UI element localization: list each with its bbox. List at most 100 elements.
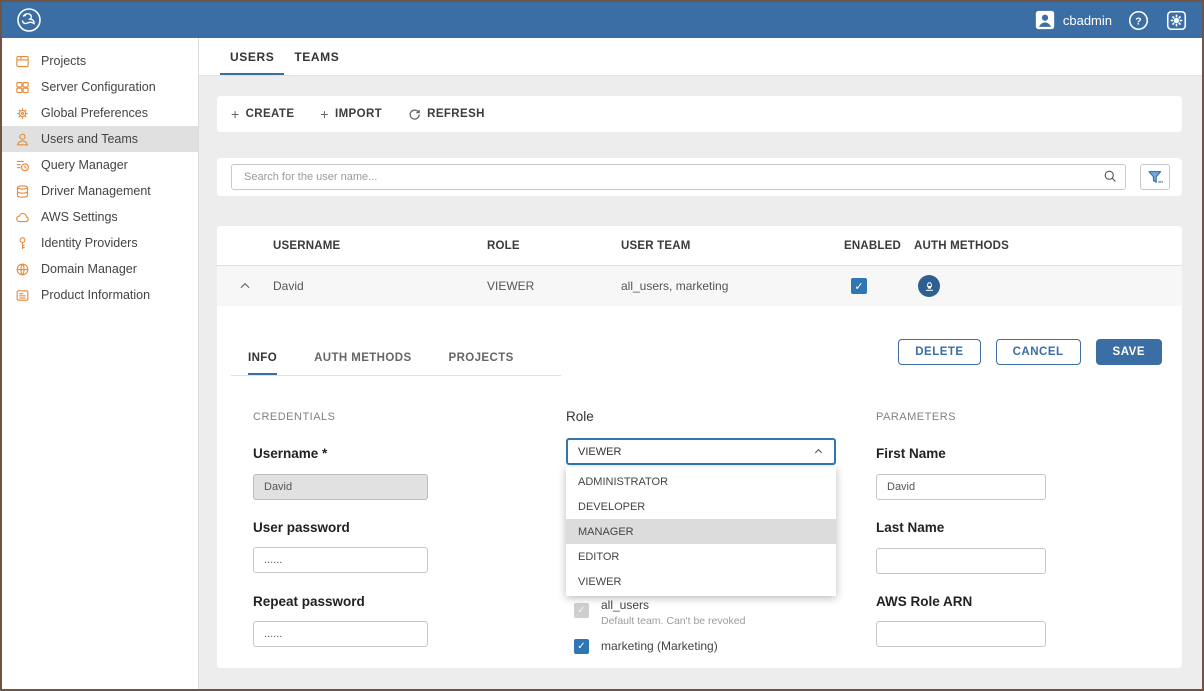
search-input[interactable] xyxy=(231,164,1126,190)
role-select[interactable]: VIEWER xyxy=(566,438,836,465)
help-button[interactable]: ? xyxy=(1126,8,1150,32)
tab-users[interactable]: USERS xyxy=(220,39,284,75)
sidebar-item-projects[interactable]: Projects xyxy=(2,48,198,74)
sidebar-item-identity-providers[interactable]: Identity Providers xyxy=(2,230,198,256)
sidebar-item-label: Query Manager xyxy=(41,158,128,172)
sidebar-item-domain-manager[interactable]: Domain Manager xyxy=(2,256,198,282)
topbar: cbadmin ? xyxy=(2,2,1202,38)
team-all-users-row[interactable]: ✓ all_users Default team. Can't be revok… xyxy=(574,598,745,627)
collapse-row-button[interactable] xyxy=(217,279,273,293)
query-icon xyxy=(14,157,30,173)
save-button[interactable]: SAVE xyxy=(1096,339,1162,365)
sidebar: Projects Server Configuration Global Pre… xyxy=(2,38,199,689)
sidebar-item-users-and-teams[interactable]: Users and Teams xyxy=(2,126,198,152)
chevron-up-icon xyxy=(813,446,824,457)
marketing-checkbox[interactable]: ✓ xyxy=(574,639,589,654)
sidebar-item-product-information[interactable]: Product Information xyxy=(2,282,198,308)
svg-text:?: ? xyxy=(1135,15,1141,27)
role-option-manager[interactable]: MANAGER xyxy=(566,519,836,544)
gear-icon xyxy=(1166,10,1187,31)
all-users-checkbox: ✓ xyxy=(574,603,589,618)
delete-button[interactable]: DELETE xyxy=(898,339,980,365)
repeat-password-field[interactable] xyxy=(253,621,428,647)
refresh-button-label: REFRESH xyxy=(427,108,485,120)
database-icon xyxy=(14,183,30,199)
credentials-section-label: CREDENTIALS xyxy=(253,411,336,423)
repeat-password-label: Repeat password xyxy=(253,594,365,609)
sidebar-item-global-preferences[interactable]: Global Preferences xyxy=(2,100,198,126)
document-icon xyxy=(14,287,30,303)
username-label: cbadmin xyxy=(1063,13,1112,28)
detail-tab-bar: INFO AUTH METHODS PROJECTS xyxy=(248,352,514,375)
aws-role-arn-label: AWS Role ARN xyxy=(876,594,972,609)
sidebar-item-label: Server Configuration xyxy=(41,80,156,94)
globe-icon xyxy=(14,261,30,277)
first-name-field[interactable] xyxy=(876,474,1046,500)
search-bar xyxy=(217,158,1182,196)
cell-role: VIEWER xyxy=(487,279,621,293)
plus-icon: + xyxy=(231,106,240,122)
users-icon xyxy=(14,131,30,147)
role-option-viewer[interactable]: VIEWER xyxy=(566,569,836,594)
username-field[interactable] xyxy=(253,474,428,500)
tab-info[interactable]: INFO xyxy=(248,352,277,375)
role-label: Role xyxy=(566,409,594,424)
search-icon xyxy=(1103,169,1118,184)
table-header: USERNAME ROLE USER TEAM ENABLED AUTH MET… xyxy=(217,226,1182,266)
team-marketing-row[interactable]: ✓ marketing (Marketing) xyxy=(574,639,718,654)
last-name-field[interactable] xyxy=(876,548,1046,574)
role-option-editor[interactable]: EDITOR xyxy=(566,544,836,569)
refresh-button[interactable]: REFRESH xyxy=(408,106,485,122)
sidebar-item-label: Identity Providers xyxy=(41,236,138,250)
cloud-icon xyxy=(14,209,30,225)
tab-projects[interactable]: PROJECTS xyxy=(449,352,514,375)
cancel-button[interactable]: CANCEL xyxy=(996,339,1081,365)
parameters-section-label: PARAMETERS xyxy=(876,411,956,423)
sidebar-item-aws-settings[interactable]: AWS Settings xyxy=(2,204,198,230)
main-tab-bar: USERS TEAMS xyxy=(199,38,1202,76)
sidebar-item-driver-management[interactable]: Driver Management xyxy=(2,178,198,204)
user-menu[interactable]: cbadmin xyxy=(1034,9,1112,31)
role-option-developer[interactable]: DEVELOPER xyxy=(566,494,836,519)
aws-role-arn-field[interactable] xyxy=(876,621,1046,647)
cloudbeaver-logo-icon xyxy=(16,7,42,33)
projects-icon xyxy=(14,53,30,69)
filter-icon xyxy=(1147,170,1164,185)
role-dropdown: ADMINISTRATOR DEVELOPER MANAGER EDITOR V… xyxy=(566,467,836,596)
table-row[interactable]: David VIEWER all_users, marketing ✓ xyxy=(217,266,1182,306)
sidebar-item-label: Projects xyxy=(41,54,86,68)
last-name-label: Last Name xyxy=(876,520,944,535)
import-button[interactable]: + IMPORT xyxy=(320,106,382,122)
key-icon xyxy=(14,235,30,251)
plus-icon: + xyxy=(320,106,329,122)
tab-teams[interactable]: TEAMS xyxy=(284,39,349,75)
username-label: Username * xyxy=(253,446,327,461)
user-password-field[interactable] xyxy=(253,547,428,573)
sidebar-item-server-configuration[interactable]: Server Configuration xyxy=(2,74,198,100)
tab-auth-methods[interactable]: AUTH METHODS xyxy=(314,352,411,375)
tabs-baseline xyxy=(231,375,561,376)
col-username: USERNAME xyxy=(273,240,487,252)
chevron-up-icon xyxy=(238,279,252,293)
marketing-label: marketing (Marketing) xyxy=(601,639,718,653)
create-button-label: CREATE xyxy=(246,108,295,120)
enabled-checkbox[interactable]: ✓ xyxy=(851,278,867,294)
refresh-icon xyxy=(408,106,421,122)
first-name-label: First Name xyxy=(876,446,946,461)
sidebar-item-label: Domain Manager xyxy=(41,262,137,276)
role-select-value: VIEWER xyxy=(578,446,621,458)
sidebar-item-label: Driver Management xyxy=(41,184,151,198)
sidebar-item-label: Global Preferences xyxy=(41,106,148,120)
all-users-label: all_users xyxy=(601,598,745,612)
content: + CREATE + IMPORT REFRESH xyxy=(199,76,1202,668)
filter-button[interactable] xyxy=(1140,164,1170,190)
role-option-administrator[interactable]: ADMINISTRATOR xyxy=(566,469,836,494)
settings-button[interactable] xyxy=(1164,8,1188,32)
auth-method-icon xyxy=(918,275,940,297)
server-icon xyxy=(14,79,30,95)
create-button[interactable]: + CREATE xyxy=(231,106,294,122)
help-icon: ? xyxy=(1128,10,1149,31)
toolbar: + CREATE + IMPORT REFRESH xyxy=(217,96,1182,132)
sidebar-item-query-manager[interactable]: Query Manager xyxy=(2,152,198,178)
col-auth-methods: AUTH METHODS xyxy=(914,240,1182,252)
